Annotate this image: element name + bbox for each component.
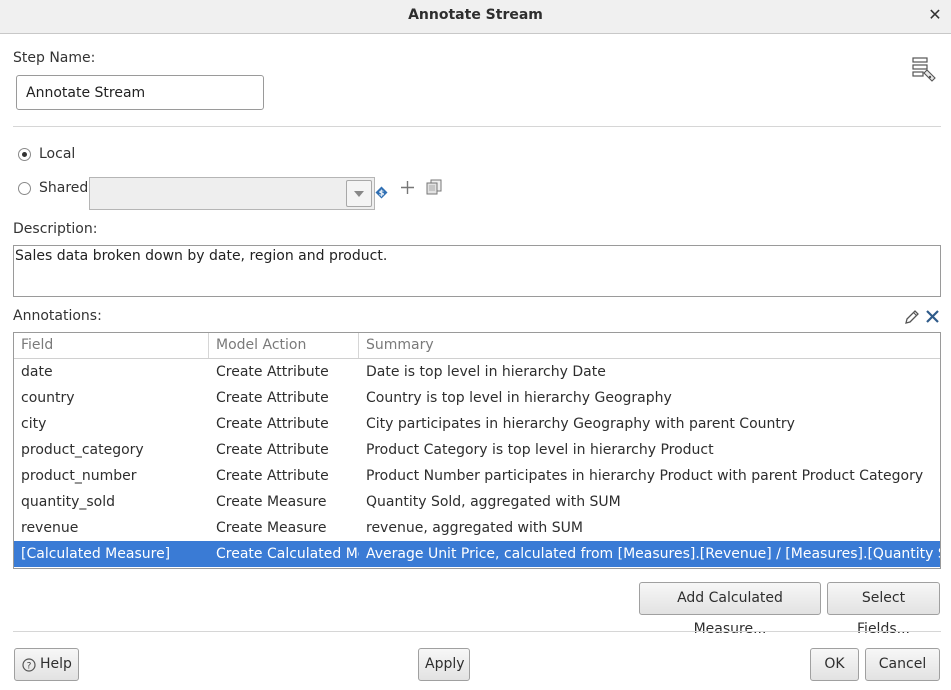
local-radio-label[interactable]: Local — [39, 146, 75, 162]
description-textarea[interactable]: Sales data broken down by date, region a… — [13, 245, 941, 297]
new-icon[interactable] — [400, 180, 415, 195]
column-header-model-action[interactable]: Model Action — [209, 333, 359, 358]
separator — [13, 126, 941, 127]
svg-text:$: $ — [379, 189, 385, 198]
field-cell: date — [21, 364, 53, 380]
separator — [13, 631, 941, 632]
summary-cell: City participates in hierarchy Geography… — [366, 416, 795, 432]
ok-button[interactable]: OK — [810, 648, 859, 681]
edit-icon[interactable] — [904, 309, 920, 325]
shared-model-select[interactable] — [89, 177, 375, 210]
annotations-label: Annotations: — [13, 308, 102, 324]
model-action-cell: Create Calculated Measure — [216, 546, 359, 562]
svg-text:?: ? — [27, 662, 32, 672]
dialog-title: Annotate Stream — [408, 7, 543, 23]
help-button[interactable]: ? Help — [14, 648, 79, 681]
model-action-cell: Create Attribute — [216, 442, 329, 458]
table-row[interactable]: country Create Attribute Country is top … — [14, 385, 940, 411]
field-cell: [Calculated Measure] — [21, 546, 171, 562]
summary-cell: Country is top level in hierarchy Geogra… — [366, 390, 672, 406]
model-action-cell: Create Attribute — [216, 468, 329, 484]
step-documentation-icon[interactable] — [911, 56, 939, 84]
column-header-summary[interactable]: Summary — [359, 333, 940, 358]
radio-selected-icon[interactable] — [18, 148, 31, 161]
summary-cell: Quantity Sold, aggregated with SUM — [366, 494, 621, 510]
table-header: Field Model Action Summary — [14, 333, 940, 359]
add-calculated-measure-button[interactable]: Add Calculated Measure... — [639, 582, 821, 637]
step-name-label: Step Name: — [13, 50, 96, 66]
field-cell: revenue — [21, 520, 79, 536]
cancel-button[interactable]: Cancel — [865, 648, 940, 681]
copy-icon[interactable] — [426, 179, 443, 196]
variable-icon[interactable]: $ — [375, 186, 388, 199]
annotations-table[interactable]: Field Model Action Summary date Create A… — [13, 332, 941, 569]
summary-cell: Product Number participates in hierarchy… — [366, 468, 924, 484]
field-cell: city — [21, 416, 47, 432]
field-cell: country — [21, 390, 75, 406]
delete-icon[interactable] — [925, 309, 940, 324]
close-icon[interactable]: ✕ — [927, 5, 943, 25]
field-cell: product_number — [21, 468, 137, 484]
shared-radio-label[interactable]: Shared — [39, 180, 88, 196]
dropdown-arrow-icon[interactable] — [346, 180, 372, 207]
model-action-cell: Create Attribute — [216, 390, 329, 406]
model-action-cell: Create Measure — [216, 520, 327, 536]
summary-cell: revenue, aggregated with SUM — [366, 520, 583, 536]
field-cell: product_category — [21, 442, 144, 458]
description-label: Description: — [13, 221, 98, 237]
table-row[interactable]: city Create Attribute City participates … — [14, 411, 940, 437]
table-row[interactable]: quantity_sold Create Measure Quantity So… — [14, 489, 940, 515]
select-fields-button[interactable]: Select Fields... — [827, 582, 940, 637]
step-name-input[interactable] — [16, 75, 264, 110]
table-row[interactable]: date Create Attribute Date is top level … — [14, 359, 940, 385]
table-row[interactable]: product_number Create Attribute Product … — [14, 463, 940, 489]
table-row-selected[interactable]: [Calculated Measure] Create Calculated M… — [14, 541, 940, 567]
apply-button[interactable]: Apply — [418, 648, 470, 681]
table-row[interactable]: revenue Create Measure revenue, aggregat… — [14, 515, 940, 541]
radio-unselected-icon[interactable] — [18, 182, 31, 195]
column-header-field[interactable]: Field — [14, 333, 209, 358]
summary-cell: Average Unit Price, calculated from [Mea… — [366, 546, 940, 562]
title-bar: Annotate Stream ✕ — [0, 0, 951, 34]
summary-cell: Date is top level in hierarchy Date — [366, 364, 606, 380]
help-button-label: Help — [40, 656, 72, 672]
model-action-cell: Create Attribute — [216, 416, 329, 432]
model-action-cell: Create Measure — [216, 494, 327, 510]
help-icon: ? — [22, 658, 36, 672]
model-action-cell: Create Attribute — [216, 364, 329, 380]
field-cell: quantity_sold — [21, 494, 116, 510]
summary-cell: Product Category is top level in hierarc… — [366, 442, 714, 458]
table-row[interactable]: product_category Create Attribute Produc… — [14, 437, 940, 463]
